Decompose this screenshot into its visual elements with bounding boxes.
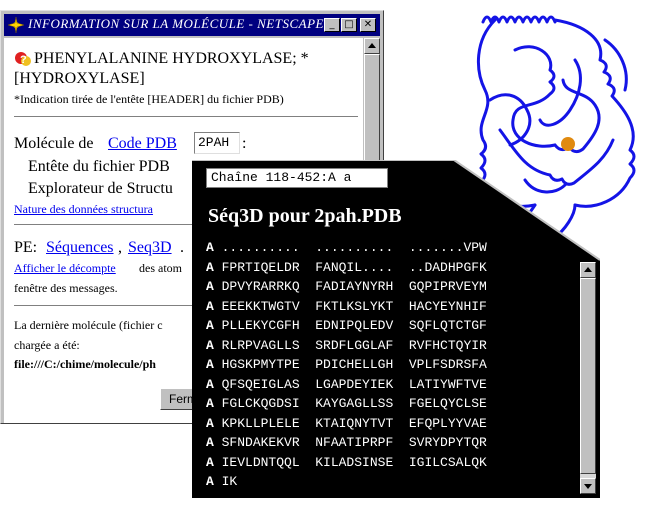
- sequence-row: A RLRPVAGLLS SRDFLGGLAF RVFHCTQYIR: [206, 336, 487, 356]
- molecule-name-line2: [HYDROXYLASE]: [14, 70, 145, 87]
- chain-id: A: [206, 318, 214, 333]
- residues: HGSKPMYTPE PDICHELLGH VPLFSDRSFA: [213, 357, 487, 372]
- seq3d-link[interactable]: Seq3D: [128, 239, 172, 257]
- help-icon: ?: [15, 52, 31, 66]
- last-molecule-text-line2: chargée a été:: [14, 338, 80, 352]
- residues: FGLCKQGDSI KAYGAGLLSS FGELQYCLSE: [213, 396, 487, 411]
- maximize-button[interactable]: □: [341, 18, 357, 32]
- sequence-row: A FPRTIQELDR FANQIL.... ..DADHPGFK: [206, 258, 487, 278]
- window-title: INFORMATION SUR LA MOLÉCULE - NETSCAPE: [28, 16, 324, 31]
- scroll-down-button[interactable]: [580, 478, 596, 494]
- sequence-row: A DPVYRARRKQ FADIAYNYRH GQPIPRVEYM: [206, 277, 487, 297]
- residues: IK: [213, 474, 238, 489]
- netscape-icon: [8, 17, 24, 33]
- title-bar[interactable]: INFORMATION SUR LA MOLÉCULE - NETSCAPE _…: [4, 14, 380, 36]
- afficher-rest: des atom: [139, 261, 182, 275]
- afficher-link[interactable]: Afficher le décompte: [14, 261, 116, 276]
- seq3d-window: Chaîne 118-452:A a Séq3D pour 2pah.PDB A…: [192, 160, 600, 498]
- sequences-link[interactable]: Séquences: [46, 239, 114, 257]
- sequence-list: A .......... .......... .......VPW A FPRT…: [206, 238, 487, 492]
- sequence-row: A IEVLDNTQQL KILADSINSE IGILCSALQK: [206, 453, 487, 473]
- minimize-button[interactable]: _: [324, 18, 340, 32]
- chain-id: A: [206, 259, 214, 275]
- code-pdb-field[interactable]: 2PAH: [194, 132, 240, 154]
- chain-id: A: [206, 435, 214, 450]
- seq3d-title: Séq3D pour 2pah.PDB: [208, 205, 402, 227]
- sequence-scrollbar[interactable]: [580, 262, 596, 494]
- residues: SFNDAKEKVR NFAATIPRPF SVRYDPYTQR: [213, 435, 487, 450]
- chain-selector[interactable]: Chaîne 118-452:A a: [206, 168, 388, 188]
- afficher-line2: fenêtre des messages.: [14, 281, 118, 295]
- ion-marker: [561, 137, 575, 151]
- nature-link[interactable]: Nature des données structura: [14, 202, 153, 217]
- close-button[interactable]: ✕: [360, 18, 376, 32]
- sequence-row: A EEEKKTWGTV FKTLKSLYKT HACYEYNHIF: [206, 297, 487, 317]
- chain-id: A: [206, 376, 214, 392]
- arrow-up-icon: [584, 267, 592, 272]
- scroll-up-button[interactable]: [364, 38, 380, 54]
- sequence-row: A FGLCKQGDSI KAYGAGLLSS FGELQYCLSE: [206, 394, 487, 414]
- chain-id: A: [206, 279, 214, 294]
- scroll-up-button[interactable]: [580, 262, 596, 278]
- sequence-row: A PLLEKYCGFH EDNIPQLEDV SQFLQTCTGF: [206, 316, 487, 336]
- scroll-thumb[interactable]: [580, 278, 596, 474]
- header-note: *Indication tirée de l'entête [HEADER] d…: [14, 92, 284, 106]
- svg-text:?: ?: [20, 54, 27, 66]
- residues: QFSQEIGLAS LGAPDEYIEK LATIYWFTVE: [213, 376, 487, 392]
- residues: KPKLLPLELE KTAIQNYTVT EFQPLYYVAE: [213, 415, 487, 431]
- last-molecule-path: file:///C:/chime/molecule/ph: [14, 357, 156, 371]
- residues: IEVLDNTQQL KILADSINSE IGILCSALQK: [213, 454, 487, 470]
- arrow-up-icon: [368, 43, 376, 48]
- sequence-row: A IK: [206, 472, 487, 492]
- comma: ,: [118, 239, 122, 256]
- molecule-label: Molécule de: [14, 135, 94, 152]
- pe-label: PE:: [14, 239, 38, 256]
- period: .: [180, 239, 184, 256]
- residues: DPVYRARRKQ FADIAYNYRH GQPIPRVEYM: [213, 279, 487, 294]
- sequence-row: A KPKLLPLELE KTAIQNYTVT EFQPLYYVAE: [206, 414, 487, 434]
- sequence-row: A QFSQEIGLAS LGAPDEYIEK LATIYWFTVE: [206, 375, 487, 395]
- chain-id: A: [206, 454, 214, 470]
- sequence-row: A HGSKPMYTPE PDICHELLGH VPLFSDRSFA: [206, 355, 487, 375]
- sequence-row: A SFNDAKEKVR NFAATIPRPF SVRYDPYTQR: [206, 433, 487, 453]
- chain-id: A: [206, 298, 214, 314]
- residues: EEEKKTWGTV FKTLKSLYKT HACYEYNHIF: [213, 298, 487, 314]
- code-pdb-link[interactable]: Code PDB: [108, 135, 177, 153]
- entete-label: Entête du fichier PDB: [28, 158, 170, 175]
- chain-id: A: [206, 357, 214, 372]
- chain-id: A: [206, 240, 214, 255]
- last-molecule-text: La dernière molécule (fichier c: [14, 318, 163, 332]
- chain-id: A: [206, 396, 214, 411]
- explorateur-label: Explorateur de Structu: [28, 180, 173, 197]
- residues: PLLEKYCGFH EDNIPQLEDV SQFLQTCTGF: [213, 318, 487, 333]
- molecule-name: PHENYLALANINE HYDROXYLASE; *: [34, 50, 309, 67]
- residues: .......... .......... .......VPW: [213, 240, 487, 255]
- arrow-down-icon: [584, 484, 592, 489]
- chain-id: A: [206, 474, 214, 489]
- chain-id: A: [206, 415, 214, 431]
- residues: RLRPVAGLLS SRDFLGGLAF RVFHCTQYIR: [213, 337, 487, 353]
- divider: [14, 116, 358, 118]
- sequence-row: A .......... .......... .......VPW: [206, 238, 487, 258]
- code-suffix: :: [242, 135, 247, 152]
- residues: FPRTIQELDR FANQIL.... ..DADHPGFK: [213, 259, 487, 275]
- chain-id: A: [206, 337, 214, 353]
